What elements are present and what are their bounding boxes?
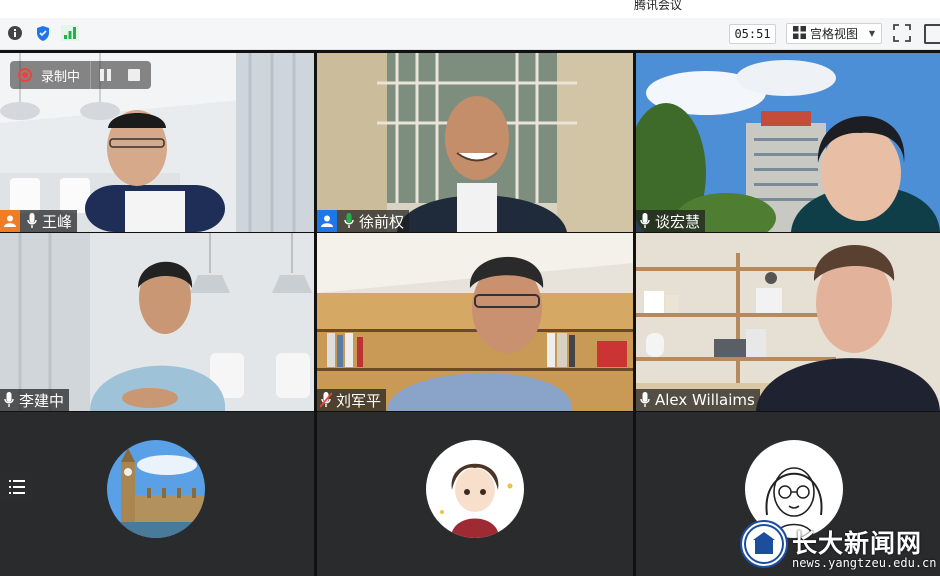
video-tile-lijianzhong[interactable]: 李建中 [0, 233, 314, 411]
participant-name-tag: 王峰 [0, 210, 78, 232]
grid-icon [793, 25, 806, 42]
microphone-icon [25, 212, 39, 230]
pause-recording-button[interactable] [99, 68, 113, 82]
participant-name-tag: Alex Willaims [636, 389, 760, 411]
list-icon [8, 480, 25, 494]
microphone-icon [2, 391, 16, 409]
meeting-timer: 05:51 [729, 24, 776, 44]
participant-name: 谈宏慧 [655, 212, 701, 231]
microphone-muted-icon [319, 391, 333, 409]
host-icon [0, 210, 20, 232]
microphone-icon [638, 212, 652, 230]
participant-name: 刘军平 [336, 391, 382, 410]
participant-list-button[interactable] [0, 472, 33, 502]
video-feed [636, 233, 940, 411]
view-mode-label: 宫格视图 [810, 27, 859, 41]
participant-name-tag: 刘军平 [317, 389, 387, 411]
video-tile-alex-willaims[interactable]: Alex Willaims [636, 233, 940, 411]
news-watermark: 长大新闻网 news.yangtzeu.edu.cn [740, 520, 940, 576]
video-feed [636, 53, 940, 232]
video-tile-liujunping[interactable]: 刘军平 [317, 233, 633, 411]
caret-down-icon: ▼ [868, 29, 875, 38]
university-seal-logo [740, 520, 788, 568]
watermark-url: news.yangtzeu.edu.cn [792, 556, 937, 570]
avatar-tile-1[interactable] [0, 412, 314, 576]
participant-name: Alex Willaims [655, 391, 755, 409]
recording-indicator[interactable]: 录制中 [10, 61, 151, 89]
video-feed [317, 53, 633, 232]
video-grid: 录制中 王峰 徐前权 谈宏慧 李建中 刘军平 Alex Willaims [0, 50, 940, 576]
participant-avatar [107, 440, 205, 538]
participant-avatar [426, 440, 524, 538]
recording-label: 录制中 [41, 69, 81, 85]
participant-name-tag: 李建中 [0, 389, 70, 411]
microphone-icon [638, 391, 652, 409]
window-title: 腾讯会议 [634, 0, 683, 12]
participant-name: 王峰 [42, 212, 73, 231]
host-icon [317, 210, 337, 232]
record-icon [18, 68, 32, 82]
microphone-speaking-icon [342, 212, 356, 230]
video-tile-xuqianquan[interactable]: 徐前权 [317, 53, 633, 232]
video-feed [0, 233, 314, 411]
video-tile-tanhonghui[interactable]: 谈宏慧 [636, 53, 940, 232]
view-mode-button[interactable]: 宫格视图 ▼ [786, 23, 882, 44]
stop-recording-button[interactable] [128, 69, 141, 81]
meeting-toolbar: 05:51 宫格视图 ▼ [0, 18, 940, 50]
side-panel-icon[interactable] [924, 24, 940, 44]
info-icon[interactable] [6, 24, 24, 42]
participant-name-tag: 徐前权 [317, 210, 410, 232]
shield-icon[interactable] [34, 24, 52, 42]
participant-name: 李建中 [19, 391, 65, 410]
fullscreen-icon[interactable] [893, 24, 913, 44]
video-feed [317, 233, 633, 411]
avatar-tile-2[interactable] [317, 412, 633, 576]
video-tile-wangfeng[interactable]: 录制中 王峰 [0, 53, 314, 232]
participant-name: 徐前权 [359, 212, 405, 231]
participant-name-tag: 谈宏慧 [636, 210, 706, 232]
watermark-brand: 长大新闻网 [792, 529, 923, 558]
signal-icon[interactable] [61, 24, 79, 42]
title-bar: 腾讯会议 [0, 0, 940, 18]
